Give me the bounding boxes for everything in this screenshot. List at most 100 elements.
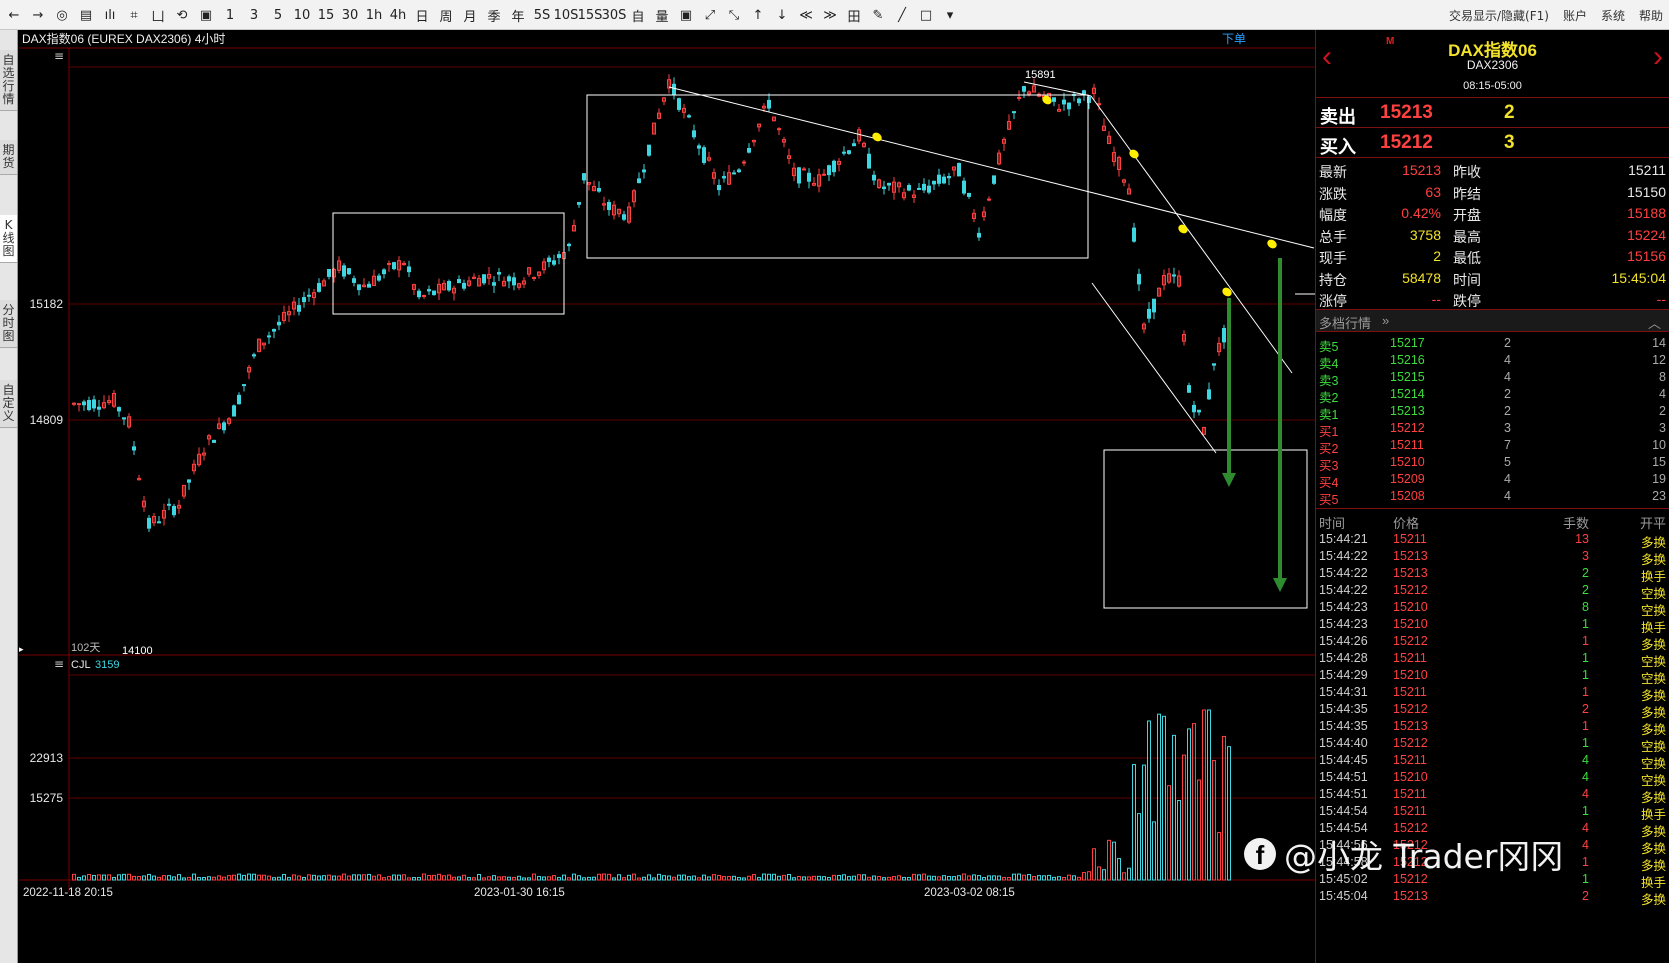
- depth-row[interactable]: 买1 15212 3 3: [1316, 420, 1669, 439]
- toolbar-tool-4[interactable]: ılı: [98, 3, 122, 27]
- candle-body: [422, 294, 426, 297]
- tick-qty: 2: [1582, 702, 1589, 716]
- toolbar-tool-5[interactable]: ⌗: [122, 3, 146, 27]
- toolbar-tool-12[interactable]: 10: [290, 3, 314, 27]
- toolbar-tool-33[interactable]: ≪: [794, 3, 818, 27]
- depth-row[interactable]: 卖1 15213 2 2: [1316, 403, 1669, 422]
- volume-bar: [512, 876, 516, 881]
- menu-item-0[interactable]: 交易显示/隐藏(F1): [1449, 7, 1549, 24]
- stat-value: 63: [1425, 183, 1441, 200]
- kline-chart-svg[interactable]: DAX指数06 (EUREX DAX2306) 4小时 下单 ≡ ≡ 15182 1480…: [19, 30, 1315, 963]
- volume-bar: [467, 877, 471, 881]
- volume-bar: [1002, 876, 1006, 881]
- trendline: [668, 86, 1315, 249]
- toolbar-tool-22[interactable]: 5S: [530, 3, 554, 27]
- left-tab-3[interactable]: 分时图: [0, 300, 17, 348]
- toolbar-tool-6[interactable]: 凵: [146, 3, 170, 27]
- toolbar-tool-20[interactable]: 季: [482, 3, 506, 27]
- toolbar-tool-31[interactable]: ↑: [746, 3, 770, 27]
- volume-bar: [712, 874, 716, 881]
- toolbar-tool-9[interactable]: 1: [218, 3, 242, 27]
- toolbar-tool-17[interactable]: 日: [410, 3, 434, 27]
- volume-bar: [1092, 848, 1096, 881]
- candle-body: [157, 521, 161, 524]
- toolbar-tool-2[interactable]: ◎: [50, 3, 74, 27]
- collapse-icon[interactable]: ︿: [1648, 313, 1661, 332]
- menu-icon[interactable]: ≡: [54, 657, 64, 671]
- tick-price: 15212: [1393, 736, 1428, 750]
- volume-bar: [1102, 869, 1106, 881]
- stat-row: 总手 3758 最高 15224: [1316, 225, 1669, 247]
- toolbar-tool-15[interactable]: 1h: [362, 3, 386, 27]
- toolbar-tool-26[interactable]: 自: [626, 3, 650, 27]
- toolbar-tool-13[interactable]: 15: [314, 3, 338, 27]
- depth-header[interactable]: 多档行情 » ︿: [1316, 310, 1669, 332]
- sell-quote[interactable]: 卖出 15213 2: [1316, 98, 1669, 128]
- volume-bar: [142, 875, 146, 881]
- depth-row[interactable]: 卖3 15215 4 8: [1316, 369, 1669, 388]
- order-button[interactable]: 下单: [1222, 32, 1246, 46]
- volume-bar: [77, 876, 81, 881]
- volume-bar: [717, 874, 721, 881]
- toolbar-tool-39[interactable]: ▾: [938, 3, 962, 27]
- depth-row[interactable]: 卖5 15217 2 14: [1316, 335, 1669, 354]
- toolbar-tool-34[interactable]: ≫: [818, 3, 842, 27]
- toolbar-tool-11[interactable]: 5: [266, 3, 290, 27]
- toolbar-tool-8[interactable]: ▣: [194, 3, 218, 27]
- toolbar-tool-7[interactable]: ⟲: [170, 3, 194, 27]
- toolbar-tool-1[interactable]: →: [26, 3, 50, 27]
- left-tab-2[interactable]: K线图: [0, 215, 17, 263]
- depth-row[interactable]: 买3 15210 5 15: [1316, 454, 1669, 473]
- toolbar-tool-30[interactable]: ⤡: [722, 3, 746, 27]
- toolbar-tool-24[interactable]: 15S: [578, 3, 603, 27]
- candle-body: [1067, 102, 1071, 110]
- volume-bar: [157, 876, 161, 881]
- menu-item-2[interactable]: 系统: [1601, 7, 1625, 24]
- volume-bar: [747, 875, 751, 881]
- buy-quote[interactable]: 买入 15212 3: [1316, 128, 1669, 158]
- toolbar-tool-19[interactable]: 月: [458, 3, 482, 27]
- toolbar-tool-18[interactable]: 周: [434, 3, 458, 27]
- volume-bar: [212, 876, 216, 881]
- toolbar-tool-3[interactable]: ▤: [74, 3, 98, 27]
- depth-row[interactable]: 买2 15211 7 10: [1316, 437, 1669, 456]
- left-tab-4[interactable]: 自定义: [0, 380, 17, 428]
- toolbar-tool-16[interactable]: 4h: [386, 3, 410, 27]
- toolbar-tool-0[interactable]: ←: [2, 3, 26, 27]
- toolbar-tool-14[interactable]: 30: [338, 3, 362, 27]
- toolbar-tool-38[interactable]: □: [914, 3, 938, 27]
- menu-icon[interactable]: ≡: [54, 49, 64, 63]
- days-label: 102天: [71, 642, 100, 654]
- depth-row[interactable]: 卖4 15216 4 12: [1316, 352, 1669, 371]
- toolbar-tool-21[interactable]: 年: [506, 3, 530, 27]
- toolbar-tool-37[interactable]: ╱: [890, 3, 914, 27]
- toolbar-tool-35[interactable]: 田: [842, 3, 866, 27]
- candle-body: [1212, 363, 1216, 366]
- toolbar: ← → ◎ ▤ ılı ⌗ 凵 ⟲ ▣ 1 3 5 10 15 30 1h 4h 日周月季年 5S 10S 15S 30S…: [0, 0, 1669, 30]
- toolbar-tool-23[interactable]: 10S: [554, 3, 579, 27]
- left-tab-1[interactable]: 期货: [0, 140, 17, 175]
- depth-row[interactable]: 买5 15208 4 23: [1316, 488, 1669, 507]
- left-tab-0[interactable]: 自选行情: [0, 50, 17, 111]
- toolbar-tool-28[interactable]: ▣: [674, 3, 698, 27]
- menu-item-1[interactable]: 账户: [1563, 7, 1587, 24]
- volume-bar: [457, 876, 461, 881]
- chevron-down-icon[interactable]: »: [1382, 313, 1389, 328]
- next-contract-icon[interactable]: ›: [1653, 42, 1663, 72]
- toolbar-tool-10[interactable]: 3: [242, 3, 266, 27]
- depth-row[interactable]: 卖2 15214 2 4: [1316, 386, 1669, 405]
- menu-item-3[interactable]: 帮助: [1639, 7, 1663, 24]
- toolbar-tool-27[interactable]: 量: [650, 3, 674, 27]
- toolbar-tool-29[interactable]: ⤢: [698, 3, 722, 27]
- toolbar-tool-25[interactable]: 30S: [602, 3, 627, 27]
- kline-chart-area[interactable]: DAX指数06 (EUREX DAX2306) 4小时 下单 ≡ ≡ 15182 1480…: [19, 30, 1315, 963]
- toolbar-tool-36[interactable]: ✎: [866, 3, 890, 27]
- depth-cum: 15: [1652, 455, 1666, 469]
- tick-time: 15:44:45: [1319, 753, 1368, 767]
- toolbar-tool-32[interactable]: ↓: [770, 3, 794, 27]
- volume-bar: [252, 873, 256, 881]
- volume-bar: [972, 874, 976, 881]
- depth-row[interactable]: 买4 15209 4 19: [1316, 471, 1669, 490]
- candle-body: [512, 277, 516, 286]
- tick-qty: 4: [1582, 753, 1589, 767]
